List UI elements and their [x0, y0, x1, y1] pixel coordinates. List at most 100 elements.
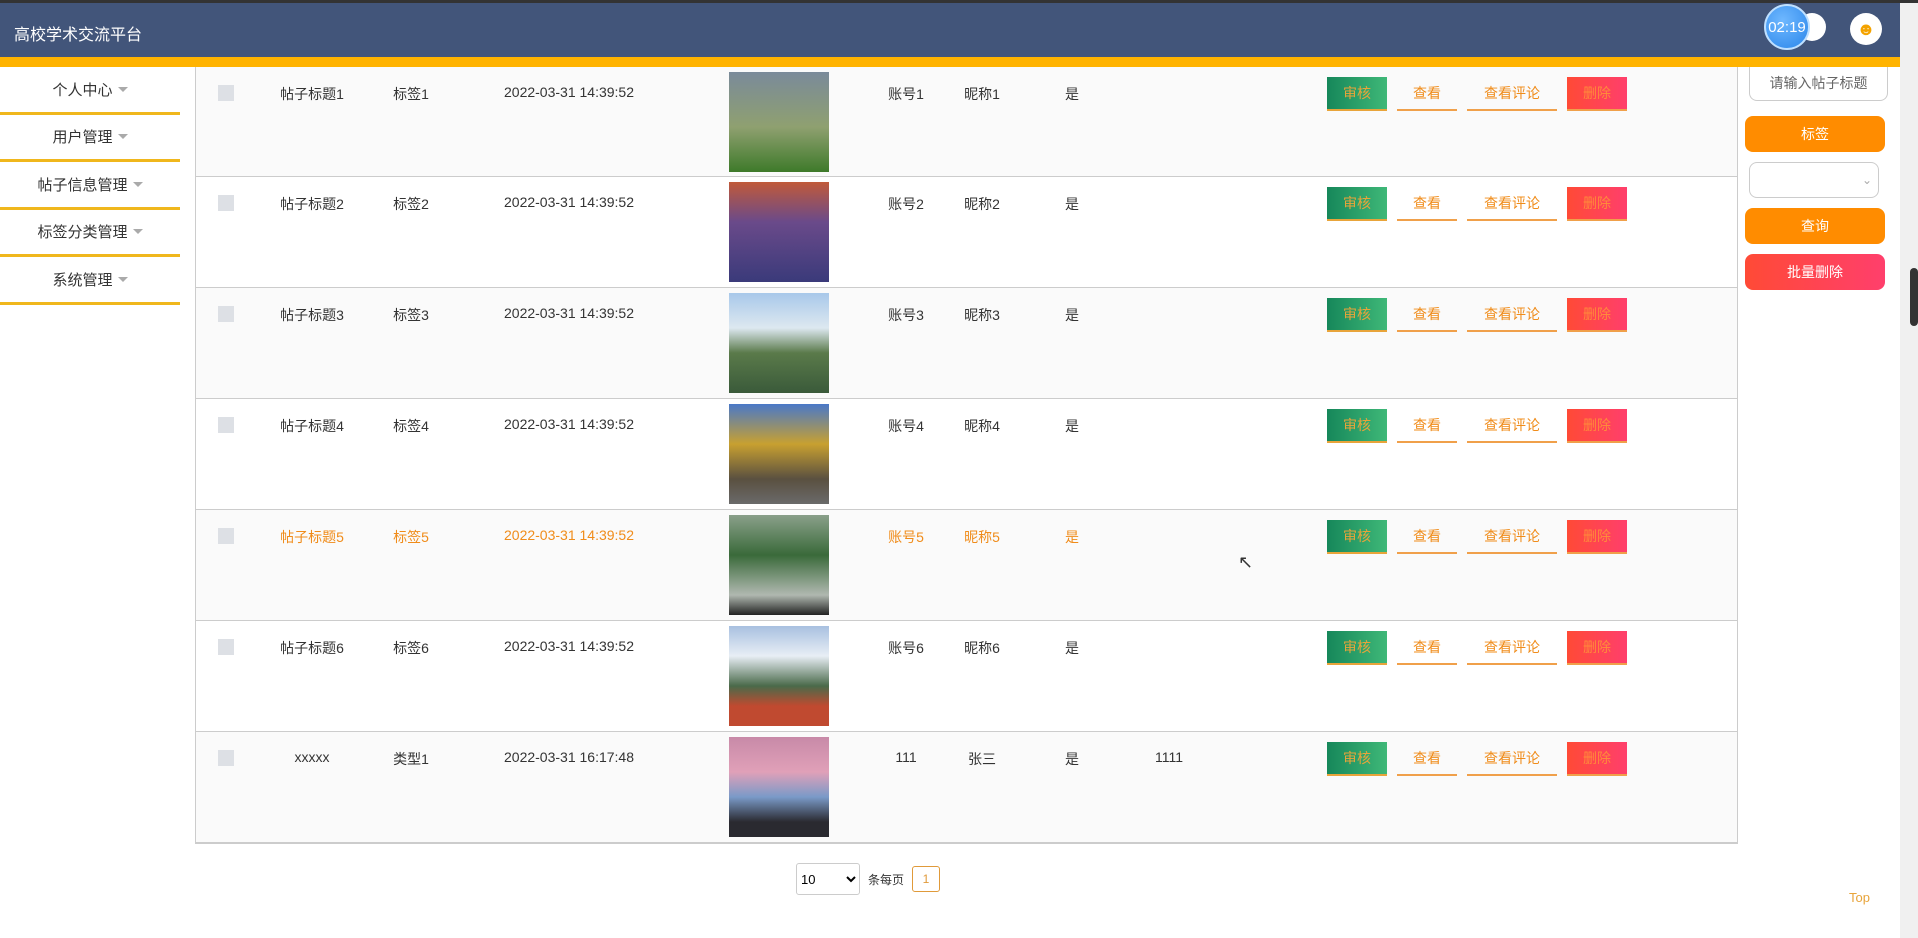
mouse-cursor-icon: ↖ — [1238, 552, 1254, 572]
table-row: 帖子标题6 标签6 2022-03-31 14:39:52 账号6 昵称6 是 审核 查看 查看… — [196, 621, 1737, 732]
table-row: 帖子标题4 标签4 2022-03-31 14:39:52 账号4 昵称4 是 审核 查看 查看… — [196, 399, 1737, 510]
view-button[interactable]: 查看 — [1397, 409, 1457, 443]
delete-button[interactable]: 删除 — [1567, 298, 1627, 332]
batch-delete-button[interactable]: 批量删除 — [1745, 254, 1885, 290]
cell-title: 帖子标题3 — [280, 307, 344, 323]
back-to-top-link[interactable]: Top — [1849, 890, 1870, 905]
view-button[interactable]: 查看 — [1397, 298, 1457, 332]
cell-tag: 类型1 — [393, 751, 429, 767]
audit-button[interactable]: 审核 — [1327, 77, 1387, 111]
cell-tag: 标签3 — [393, 307, 429, 323]
sidebar-item-system-management[interactable]: 系统管理 — [0, 257, 180, 305]
timer-widget[interactable]: 02:19 — [1764, 4, 1810, 50]
sidebar-item-user-management[interactable]: 用户管理 — [0, 115, 180, 162]
cell-tag: 标签1 — [393, 86, 429, 102]
cell-tag: 标签4 — [393, 418, 429, 434]
view-button[interactable]: 查看 — [1397, 187, 1457, 221]
cell-flag: 是 — [1065, 640, 1079, 656]
cell-account: 账号1 — [888, 86, 924, 102]
row-checkbox[interactable] — [218, 417, 234, 433]
query-button[interactable]: 查询 — [1745, 208, 1885, 244]
cell-time: 2022-03-31 14:39:52 — [504, 638, 634, 654]
row-checkbox[interactable] — [218, 639, 234, 655]
view-comments-button[interactable]: 查看评论 — [1467, 77, 1557, 111]
audit-button[interactable]: 审核 — [1327, 520, 1387, 554]
view-comments-button[interactable]: 查看评论 — [1467, 631, 1557, 665]
sidebar-item-tag-management[interactable]: 标签分类管理 — [0, 210, 180, 257]
delete-button[interactable]: 删除 — [1567, 742, 1627, 776]
cell-tag: 标签2 — [393, 196, 429, 212]
view-comments-button[interactable]: 查看评论 — [1467, 187, 1557, 221]
cell-nickname: 昵称5 — [964, 529, 1000, 545]
cell-time: 2022-03-31 14:39:52 — [504, 84, 634, 100]
view-comments-button[interactable]: 查看评论 — [1467, 520, 1557, 554]
delete-button[interactable]: 删除 — [1567, 520, 1627, 554]
row-checkbox[interactable] — [218, 195, 234, 211]
view-button[interactable]: 查看 — [1397, 631, 1457, 665]
cell-title: xxxxx — [294, 749, 330, 765]
delete-button[interactable]: 删除 — [1567, 409, 1627, 443]
caret-down-icon — [117, 134, 128, 140]
title-search-input[interactable]: 请输入帖子标题 — [1749, 67, 1888, 101]
view-button[interactable]: 查看 — [1397, 520, 1457, 554]
cell-title: 帖子标题4 — [280, 418, 344, 434]
header: 高校学术交流平台 — [0, 3, 1900, 57]
scrollbar[interactable] — [1900, 3, 1918, 938]
post-image — [729, 737, 829, 837]
posts-table: 帖子标题1 标签1 2022-03-31 14:39:52 账号1 昵称1 是审核 查看 查看… — [195, 67, 1738, 844]
sidebar-item-label: 标签分类管理 — [37, 224, 128, 242]
row-checkbox[interactable] — [218, 750, 234, 766]
view-button[interactable]: 查看 — [1397, 77, 1457, 111]
audit-button[interactable]: 审核 — [1327, 742, 1387, 776]
audit-button[interactable]: 审核 — [1327, 409, 1387, 443]
sidebar-item-label: 帖子信息管理 — [37, 176, 128, 194]
scrollbar-thumb[interactable] — [1910, 268, 1918, 326]
view-comments-button[interactable]: 查看评论 — [1467, 409, 1557, 443]
sidebar-item-label: 用户管理 — [52, 129, 113, 147]
cell-nickname: 昵称4 — [964, 418, 1000, 434]
audit-button[interactable]: 审核 — [1327, 298, 1387, 332]
audit-button[interactable]: 审核 — [1327, 631, 1387, 665]
sidebar-item-personal-center[interactable]: 个人中心 — [0, 67, 180, 115]
row-checkbox[interactable] — [218, 306, 234, 322]
cell-time: 2022-03-31 16:17:48 — [504, 749, 634, 765]
view-button[interactable]: 查看 — [1397, 742, 1457, 776]
per-page-label: 条每页 — [868, 872, 905, 887]
row-checkbox[interactable] — [218, 528, 234, 544]
delete-button[interactable]: 删除 — [1567, 631, 1627, 665]
user-avatar-icon[interactable]: ☻ — [1850, 13, 1882, 45]
caret-down-icon — [132, 229, 143, 235]
tag-select[interactable]: ⌄ — [1749, 162, 1879, 198]
cell-time: 2022-03-31 14:39:52 — [504, 527, 634, 543]
cell-account: 账号4 — [888, 418, 924, 434]
cell-tag: 标签5 — [393, 529, 429, 545]
delete-button[interactable]: 删除 — [1567, 77, 1627, 111]
cell-time: 2022-03-31 14:39:52 — [504, 416, 634, 432]
sidebar-item-label: 个人中心 — [52, 81, 113, 99]
tag-button[interactable]: 标签 — [1745, 116, 1885, 152]
cell-account: 111 — [895, 749, 917, 765]
cell-time: 2022-03-31 14:39:52 — [504, 194, 634, 210]
cell-flag: 是 — [1065, 196, 1079, 212]
post-image — [729, 626, 829, 726]
sidebar-item-post-management[interactable]: 帖子信息管理 — [0, 162, 180, 210]
post-image — [729, 404, 829, 504]
cell-nickname: 昵称3 — [964, 307, 1000, 323]
view-comments-button[interactable]: 查看评论 — [1467, 742, 1557, 776]
pagination: 10 条每页 1 — [796, 863, 941, 895]
cell-title: 帖子标题5 — [280, 529, 344, 545]
view-comments-button[interactable]: 查看评论 — [1467, 298, 1557, 332]
app-title: 高校学术交流平台 — [14, 27, 143, 44]
row-checkbox[interactable] — [218, 85, 234, 101]
table-row: 帖子标题3 标签3 2022-03-31 14:39:52 账号3 昵称3 是 审核 查看 查看… — [196, 288, 1737, 399]
per-page-select[interactable]: 10 — [796, 863, 860, 895]
post-image — [729, 293, 829, 393]
cell-flag: 是 — [1065, 86, 1079, 102]
cell-account: 账号5 — [888, 529, 924, 545]
page-1-button[interactable]: 1 — [912, 866, 941, 892]
audit-button[interactable]: 审核 — [1327, 187, 1387, 221]
post-image — [729, 515, 829, 615]
delete-button[interactable]: 删除 — [1567, 187, 1627, 221]
sidebar-item-label: 系统管理 — [52, 271, 113, 289]
cell-title: 帖子标题2 — [280, 196, 344, 212]
